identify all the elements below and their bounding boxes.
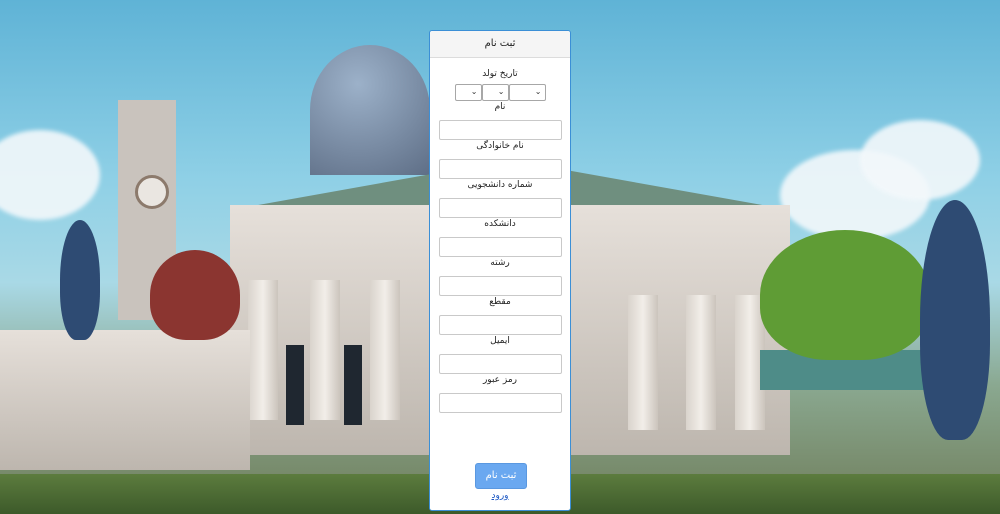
last-name-label: نام خانوادگی — [476, 141, 524, 151]
registration-panel: ثبت نام تاریخ تولد ⌄ ⌄ ⌄ نام نام خانوادگ… — [429, 30, 571, 511]
faculty-label: دانشکده — [484, 219, 516, 229]
login-link[interactable]: ورود — [430, 491, 570, 501]
student-number-label: شماره دانشجویی — [467, 180, 533, 190]
panel-title: ثبت نام — [430, 31, 570, 58]
blue-tree — [60, 220, 100, 340]
window — [344, 345, 362, 425]
form-fields: نام نام خانوادگی شماره دانشجویی دانشکده … — [430, 101, 570, 413]
degree-label: مقطع — [489, 297, 511, 307]
birth-date-label: تاریخ تولد — [482, 69, 518, 79]
first-name-label: نام — [494, 102, 506, 112]
email-label: ایمیل — [490, 336, 510, 346]
column — [370, 280, 400, 420]
column — [248, 280, 278, 420]
column — [310, 280, 340, 420]
birth-date-selects: ⌄ ⌄ ⌄ — [430, 84, 570, 101]
dome — [310, 45, 430, 175]
left-wing — [0, 330, 250, 470]
clock-face — [135, 175, 169, 209]
cloud — [860, 120, 980, 200]
birth-month-select[interactable]: ⌄ — [481, 84, 509, 101]
faculty-input[interactable] — [438, 237, 562, 257]
student-number-input[interactable] — [438, 198, 562, 218]
column — [628, 295, 658, 430]
password-label: رمز عبور — [482, 375, 518, 385]
chevron-down-icon: ⌄ — [470, 87, 478, 96]
register-button[interactable]: ثبت نام — [475, 463, 527, 489]
chevron-down-icon: ⌄ — [497, 87, 505, 96]
major-label: رشته — [490, 258, 510, 268]
degree-input[interactable] — [438, 315, 562, 335]
cloud — [0, 130, 100, 220]
email-input[interactable] — [438, 354, 562, 374]
red-tree — [150, 250, 240, 340]
column — [686, 295, 716, 430]
window — [286, 345, 304, 425]
green-tree — [760, 230, 930, 360]
first-name-input[interactable] — [438, 120, 562, 140]
chevron-down-icon: ⌄ — [534, 87, 542, 96]
last-name-input[interactable] — [438, 159, 562, 179]
major-input[interactable] — [438, 276, 562, 296]
birth-year-select[interactable]: ⌄ — [508, 84, 546, 101]
password-input[interactable] — [438, 393, 562, 413]
blue-tree — [920, 200, 990, 440]
birth-day-select[interactable]: ⌄ — [454, 84, 482, 101]
